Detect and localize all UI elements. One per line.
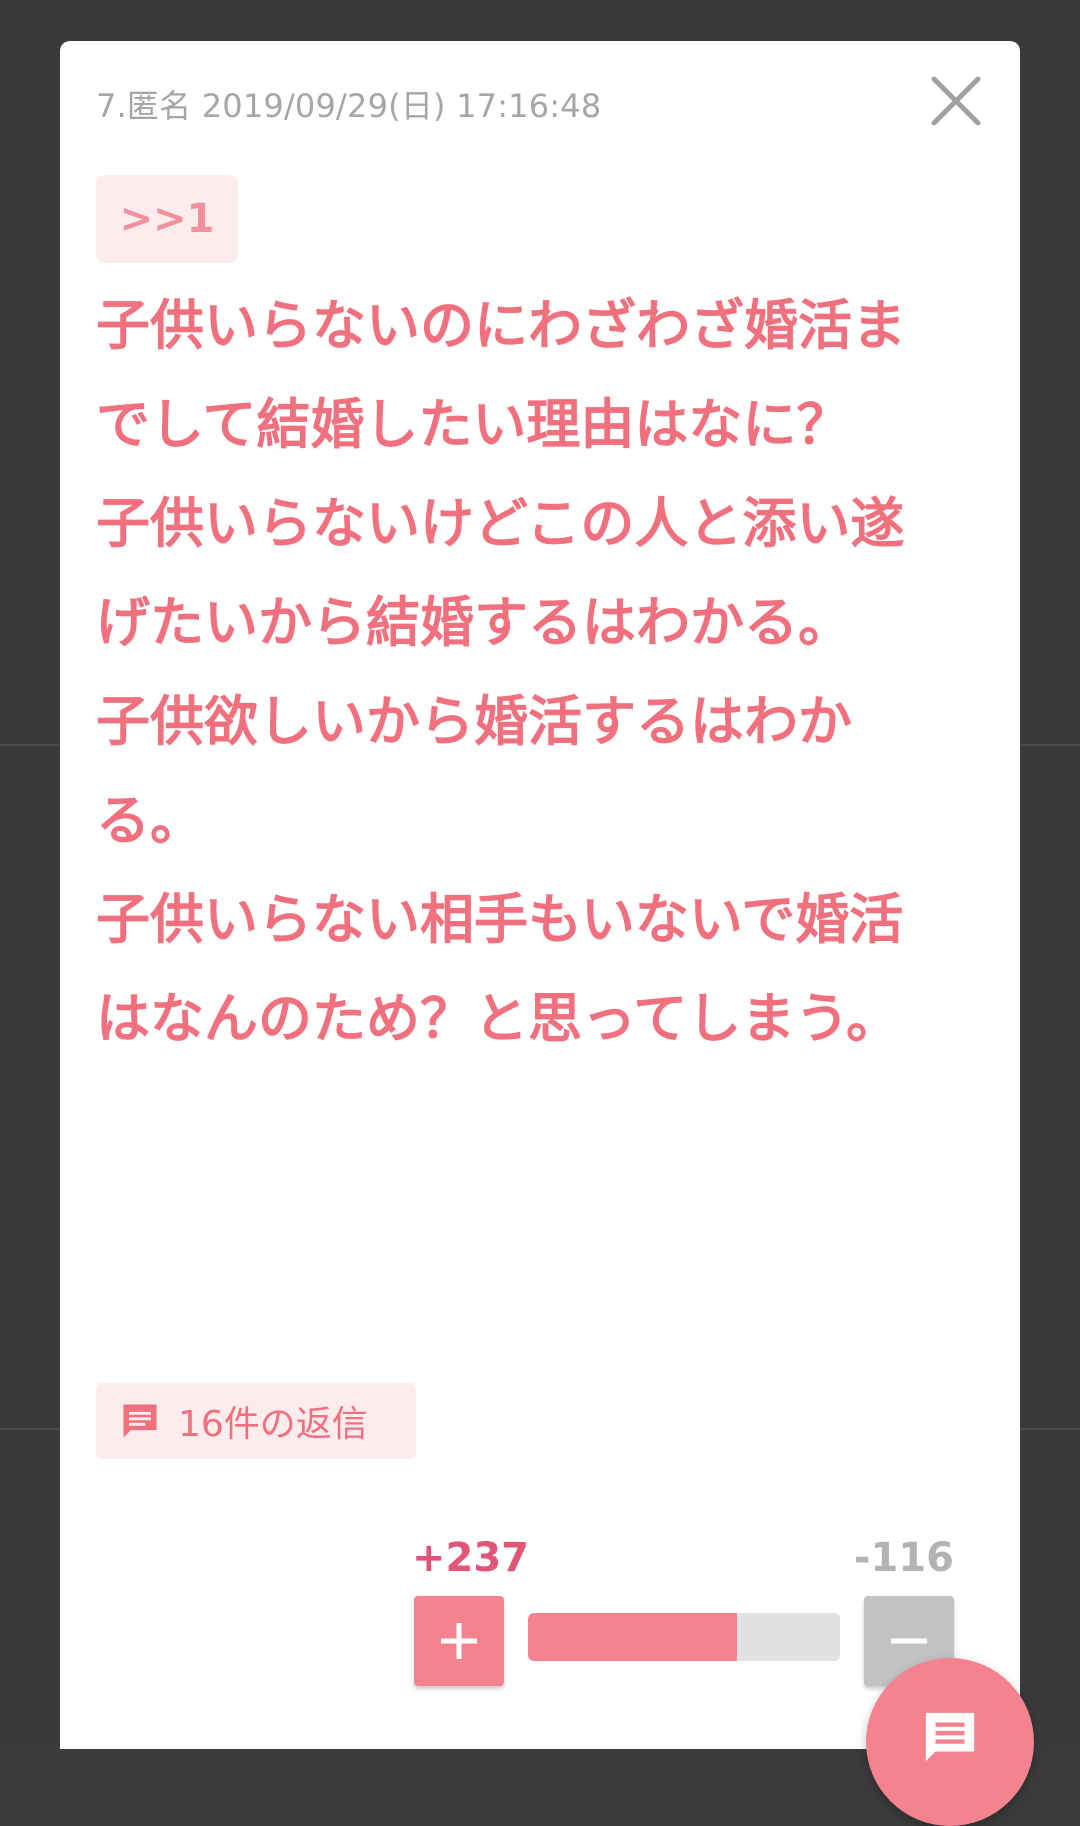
replies-button[interactable]: 16件の返信 — [96, 1383, 416, 1459]
close-button[interactable] — [928, 73, 984, 129]
anchor-link[interactable]: >>1 — [96, 175, 238, 263]
floating-comment-button[interactable] — [866, 1658, 1034, 1826]
replies-label: 16件の返信 — [178, 1404, 368, 1445]
comment-modal: 7.匿名 2019/09/29(日) 17:16:48 >>1 子供いらないのに… — [60, 41, 1020, 1749]
plus-vote-button[interactable] — [414, 1596, 504, 1686]
vote-ratio-bar — [528, 1613, 840, 1661]
minus-vote-count: -116 — [853, 1535, 954, 1581]
comment-icon — [123, 1404, 157, 1438]
close-icon — [931, 76, 981, 126]
comment-meta: 7.匿名 2019/09/29(日) 17:16:48 — [96, 87, 602, 125]
vote-ratio-fill — [528, 1613, 738, 1661]
plus-vote-count: +237 — [412, 1535, 530, 1581]
comment-body: 子供いらないのにわざわざ婚活までして結婚したい理由はなに？ 子供いらないけどこの… — [96, 300, 906, 1054]
plus-icon — [441, 1623, 477, 1659]
comment-icon — [925, 1712, 975, 1762]
